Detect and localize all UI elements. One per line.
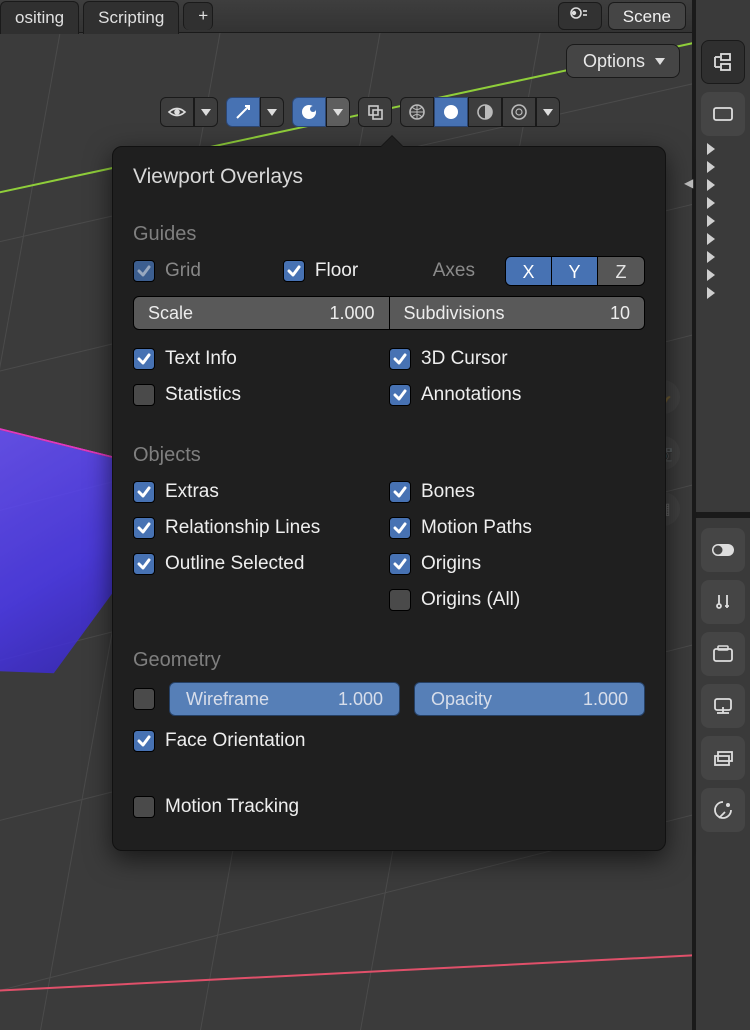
- props-render-icon[interactable]: [701, 632, 745, 676]
- field-scale-label: Scale: [148, 303, 193, 324]
- checkbox-statistics[interactable]: [133, 384, 155, 406]
- section-guides: Guides: [133, 223, 645, 246]
- axis-z-toggle[interactable]: Z: [598, 257, 644, 285]
- outliner-icon[interactable]: [701, 40, 745, 84]
- field-wireframe[interactable]: Wireframe 1.000: [169, 682, 400, 716]
- workspace-tab-scripting[interactable]: Scripting: [83, 1, 179, 34]
- field-subdiv-value: 10: [610, 303, 630, 324]
- options-dropdown[interactable]: Options: [566, 44, 680, 78]
- checkbox-grid[interactable]: [133, 260, 155, 282]
- checkbox-text-info[interactable]: [133, 348, 155, 370]
- props-context-toggle-icon[interactable]: [701, 528, 745, 572]
- field-scale-value: 1.000: [329, 303, 374, 324]
- collection-expand-7[interactable]: [701, 248, 745, 266]
- xray-toggle[interactable]: [358, 97, 392, 127]
- checkbox-annotations[interactable]: [389, 384, 411, 406]
- label-grid: Grid: [165, 260, 201, 282]
- gizmo-menu[interactable]: [260, 97, 284, 127]
- checkbox-extras[interactable]: [133, 481, 155, 503]
- axis-x-toggle[interactable]: X: [506, 257, 552, 285]
- props-scene-icon[interactable]: [701, 788, 745, 832]
- collection-expand-3[interactable]: [701, 176, 745, 194]
- props-output-icon[interactable]: [701, 684, 745, 728]
- label-extras: Extras: [165, 481, 219, 503]
- label-annotations: Annotations: [421, 384, 521, 406]
- label-text-info: Text Info: [165, 348, 237, 370]
- collection-expand-4[interactable]: [701, 194, 745, 212]
- checkbox-origins[interactable]: [389, 553, 411, 575]
- props-tools-icon[interactable]: [701, 580, 745, 624]
- field-opacity-value: 1.000: [583, 689, 628, 710]
- scene-picker-icon[interactable]: [558, 2, 602, 30]
- collection-expand-9[interactable]: [701, 284, 745, 302]
- shading-rendered[interactable]: [502, 97, 536, 127]
- field-scale[interactable]: Scale 1.000: [133, 296, 390, 330]
- properties-sidebar: ◀: [692, 0, 750, 1030]
- workspace-tab-compositing[interactable]: ositing: [0, 1, 79, 34]
- collection-expand-5[interactable]: [701, 212, 745, 230]
- chevron-down-icon: [655, 58, 665, 65]
- label-axes: Axes: [433, 260, 475, 282]
- field-wireframe-label: Wireframe: [186, 689, 269, 710]
- label-3d-cursor: 3D Cursor: [421, 348, 508, 370]
- popover-title: Viewport Overlays: [133, 165, 645, 189]
- field-subdiv-label: Subdivisions: [404, 303, 505, 324]
- checkbox-motion-tracking[interactable]: [133, 796, 155, 818]
- selectability-toggle[interactable]: [160, 97, 194, 127]
- collection-expand-6[interactable]: [701, 230, 745, 248]
- collection-expand-8[interactable]: [701, 266, 745, 284]
- checkbox-motion-paths[interactable]: [389, 517, 411, 539]
- scene-name-field[interactable]: Scene: [608, 2, 686, 30]
- section-objects: Objects: [133, 444, 645, 467]
- collapse-caret-icon[interactable]: ◀: [684, 176, 693, 190]
- label-floor: Floor: [315, 260, 358, 282]
- checkbox-floor[interactable]: [283, 260, 305, 282]
- checkbox-origins-all[interactable]: [389, 589, 411, 611]
- label-face-orientation: Face Orientation: [165, 730, 305, 752]
- checkbox-relationship-lines[interactable]: [133, 517, 155, 539]
- checkbox-3d-cursor[interactable]: [389, 348, 411, 370]
- collection-icon[interactable]: [701, 92, 745, 136]
- workspace-add-tab[interactable]: +: [183, 2, 213, 30]
- field-wireframe-value: 1.000: [338, 689, 383, 710]
- props-viewlayer-icon[interactable]: [701, 736, 745, 780]
- shading-menu[interactable]: [536, 97, 560, 127]
- axis-y-toggle[interactable]: Y: [552, 257, 598, 285]
- field-opacity-label: Opacity: [431, 689, 492, 710]
- field-subdivisions[interactable]: Subdivisions 10: [389, 296, 646, 330]
- selectability-menu[interactable]: [194, 97, 218, 127]
- options-label: Options: [583, 44, 645, 78]
- label-relationship-lines: Relationship Lines: [165, 517, 320, 539]
- overlays-toggle[interactable]: [292, 97, 326, 127]
- overlays-menu[interactable]: [326, 97, 350, 127]
- shading-solid[interactable]: [434, 97, 468, 127]
- label-origins: Origins: [421, 553, 481, 575]
- label-outline-selected: Outline Selected: [165, 553, 304, 575]
- collection-expand-1[interactable]: [701, 140, 745, 158]
- checkbox-wireframe[interactable]: [133, 688, 155, 710]
- label-origins-all: Origins (All): [421, 589, 520, 611]
- checkbox-face-orientation[interactable]: [133, 730, 155, 752]
- workspace-tabs: ositing Scripting + Scene: [0, 0, 692, 33]
- collection-expand-2[interactable]: [701, 158, 745, 176]
- checkbox-outline-selected[interactable]: [133, 553, 155, 575]
- label-motion-tracking: Motion Tracking: [165, 796, 299, 818]
- shading-wireframe[interactable]: [400, 97, 434, 127]
- viewport-header-controls: [160, 94, 680, 130]
- label-statistics: Statistics: [165, 384, 241, 406]
- checkbox-bones[interactable]: [389, 481, 411, 503]
- shading-matprev[interactable]: [468, 97, 502, 127]
- label-motion-paths: Motion Paths: [421, 517, 532, 539]
- field-opacity[interactable]: Opacity 1.000: [414, 682, 645, 716]
- gizmo-toggle[interactable]: [226, 97, 260, 127]
- viewport-overlays-popover: Viewport Overlays Guides Grid Floor Axes…: [112, 146, 666, 851]
- section-geometry: Geometry: [133, 649, 645, 672]
- label-bones: Bones: [421, 481, 475, 503]
- axes-segmented: X Y Z: [505, 256, 645, 286]
